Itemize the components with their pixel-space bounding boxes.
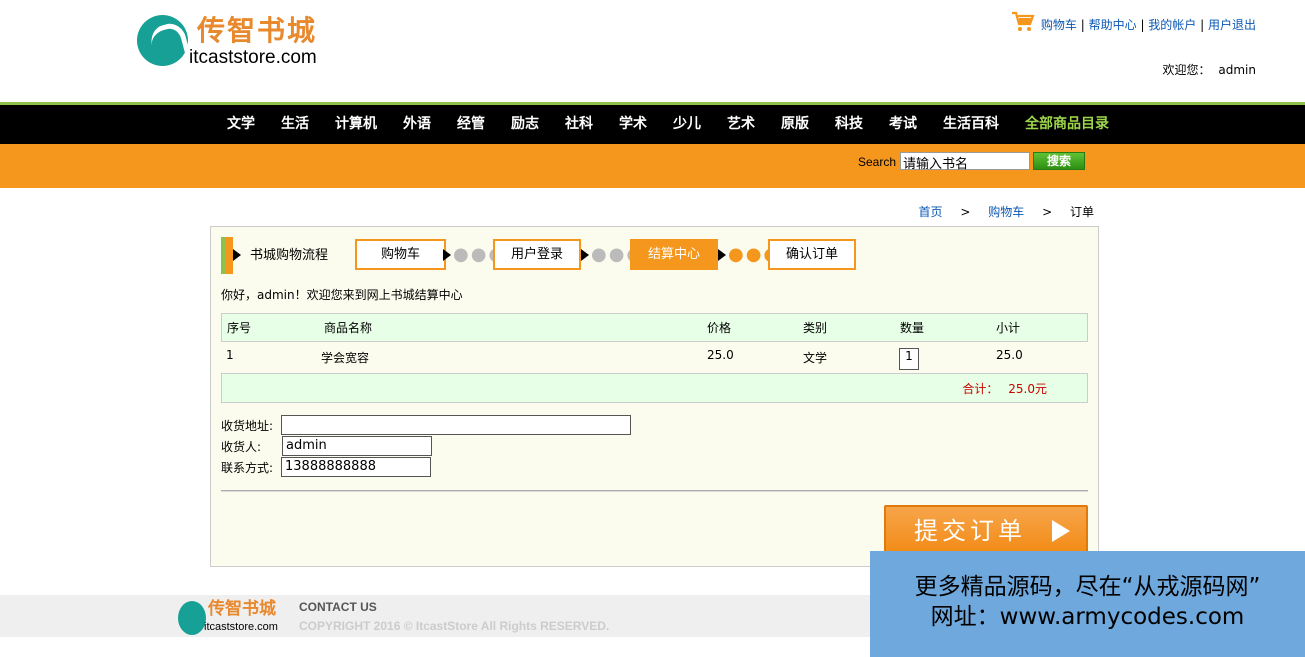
flow-arrow-icon: [233, 249, 241, 261]
watermark-line1: 更多精品源码，尽在“从戎源码网”: [914, 574, 1261, 600]
quantity-field[interactable]: 1: [899, 348, 919, 370]
shopping-flow: 书城购物流程 购物车 ●●● 用户登录 ●●● 结算中心 ●●● 确认订单: [221, 237, 861, 274]
nav-item-jingguan[interactable]: 经管: [444, 105, 498, 144]
breadcrumb: 首页 > 购物车 > 订单: [911, 203, 1094, 221]
receiver-input[interactable]: admin: [282, 436, 432, 456]
nav-item-waiyu[interactable]: 外语: [390, 105, 444, 144]
checkout-panel: 书城购物流程 购物车 ●●● 用户登录 ●●● 结算中心 ●●● 确认订单 你好…: [210, 226, 1099, 567]
logo-en-text: itcaststore.com: [189, 47, 317, 68]
nav-item-xueshu[interactable]: 学术: [606, 105, 660, 144]
col-name: 商品名称: [324, 321, 373, 335]
total-value: 25.0元: [1008, 382, 1047, 396]
col-quantity: 数量: [900, 321, 925, 335]
nav-item-lizhi[interactable]: 励志: [498, 105, 552, 144]
breadcrumb-sep: >: [1042, 205, 1053, 219]
logo-cn-text: 传智书城: [197, 14, 318, 47]
total-row: 合计： 25.0元: [221, 373, 1088, 403]
welcome-text: 欢迎您： admin: [1163, 61, 1256, 79]
nav-item-sheke[interactable]: 社科: [552, 105, 606, 144]
breadcrumb-current: 订单: [1069, 205, 1094, 219]
nav-item-all[interactable]: 全部商品目录: [1012, 105, 1122, 144]
top-links: 购物车 | 帮助中心 | 我的帐户 | 用户退出: [1040, 18, 1256, 32]
welcome-label: 欢迎您：: [1162, 63, 1211, 77]
shipping-form: 收货地址: 收货人: admin 联系方式: 13888888888: [221, 415, 721, 478]
cell-subtotal: 25.0: [996, 348, 1023, 362]
flow-step-confirm: 确认订单: [768, 239, 856, 270]
help-link[interactable]: 帮助中心: [1089, 18, 1137, 32]
address-label: 收货地址:: [221, 419, 274, 433]
col-category: 类别: [803, 321, 828, 335]
table-header: 序号 商品名称 价格 类别 数量 小计: [221, 313, 1088, 342]
submit-label: 提交订单: [914, 517, 1026, 545]
flow-step-cart: 购物车: [355, 239, 446, 270]
search-button[interactable]: 搜索: [1033, 152, 1085, 170]
cell-name: 学会宽容: [321, 351, 370, 365]
footer-logo-cn: 传智书城: [208, 599, 276, 619]
search-input[interactable]: 请输入书名: [900, 152, 1030, 172]
flow-arrow-icon: [718, 249, 726, 261]
col-index: 序号: [227, 321, 252, 335]
flow-accent-orange: [225, 237, 233, 274]
breadcrumb-cart[interactable]: 购物车: [988, 205, 1024, 219]
contact-us[interactable]: CONTACT US: [299, 600, 377, 614]
breadcrumb-sep: >: [960, 205, 971, 219]
cell-index: 1: [226, 348, 234, 362]
cart-link[interactable]: 购物车: [1041, 18, 1077, 32]
watermark-line2: 网址：www.armycodes.com: [930, 604, 1245, 630]
breadcrumb-home[interactable]: 首页: [919, 205, 943, 219]
flow-step-checkout: 结算中心: [630, 239, 718, 270]
nav-item-shaoer[interactable]: 少儿: [660, 105, 714, 144]
address-row: 收货地址:: [221, 415, 721, 436]
receiver-row: 收货人: admin: [221, 436, 721, 457]
play-arrow-icon: [1052, 520, 1070, 542]
phone-input[interactable]: 13888888888: [281, 457, 431, 477]
nav-item-kaoshi[interactable]: 考试: [876, 105, 930, 144]
order-table: 序号 商品名称 价格 类别 数量 小计 1 学会宽容 25.0 文学 1 25.…: [221, 313, 1088, 403]
nav-item-shenghuobaike[interactable]: 生活百科: [930, 105, 1012, 144]
phone-row: 联系方式: 13888888888: [221, 457, 721, 478]
footer-logo-en: itcaststore.com: [204, 621, 278, 633]
nav-item-keji[interactable]: 科技: [822, 105, 876, 144]
search-label: Search: [858, 155, 897, 169]
flow-step-login: 用户登录: [493, 239, 581, 270]
logout-link[interactable]: 用户退出: [1208, 18, 1256, 32]
col-price: 价格: [707, 321, 732, 335]
watermark-banner: 更多精品源码，尽在“从戎源码网” 网址：www.armycodes.com: [870, 551, 1305, 657]
nav-item-yishu[interactable]: 艺术: [714, 105, 768, 144]
form-divider: [221, 490, 1088, 492]
flow-arrow-icon: [581, 249, 589, 261]
nav-item-yuanban[interactable]: 原版: [768, 105, 822, 144]
address-input[interactable]: [281, 415, 631, 435]
greeting-text: 你好，admin！欢迎您来到网上书城结算中心: [221, 288, 463, 302]
phone-label: 联系方式:: [221, 461, 274, 475]
cart-icon[interactable]: [1011, 10, 1035, 34]
footer-logo-mark: [178, 601, 206, 635]
copyright: COPYRIGHT 2016 © ItcastStore All Rights …: [299, 619, 610, 633]
logo-mark: [137, 15, 188, 66]
nav-item-wenxue[interactable]: 文学: [214, 105, 268, 144]
nav-item-shenghuo[interactable]: 生活: [268, 105, 322, 144]
total-label: 合计：: [962, 382, 999, 396]
nav-item-jisuanji[interactable]: 计算机: [322, 105, 390, 144]
total-text: 合计： 25.0元: [962, 382, 1047, 396]
cell-category: 文学: [803, 351, 828, 365]
table-row: 1 学会宽容 25.0 文学 1 25.0: [221, 342, 1088, 374]
col-subtotal: 小计: [996, 321, 1021, 335]
site-header: 传智书城 itcaststore.com 购物车 | 帮助中心 | 我的帐户 |…: [0, 0, 1305, 102]
flow-title: 书城购物流程: [250, 248, 329, 263]
site-logo[interactable]: 传智书城 itcaststore.com: [137, 14, 342, 70]
submit-order-button[interactable]: 提交订单: [884, 505, 1088, 557]
footer-logo: 传智书城 itcaststore.com: [178, 598, 283, 636]
category-nav: 文学 生活 计算机 外语 经管 励志 社科 学术 少儿 艺术 原版 科技 考试 …: [0, 105, 1305, 144]
account-link[interactable]: 我的帐户: [1148, 18, 1196, 32]
receiver-label: 收货人:: [221, 440, 262, 454]
search-bar: Search 请输入书名 搜索: [0, 144, 1305, 188]
cell-price: 25.0: [707, 348, 734, 362]
flow-arrow-icon: [443, 249, 451, 261]
username: admin: [1218, 63, 1256, 77]
